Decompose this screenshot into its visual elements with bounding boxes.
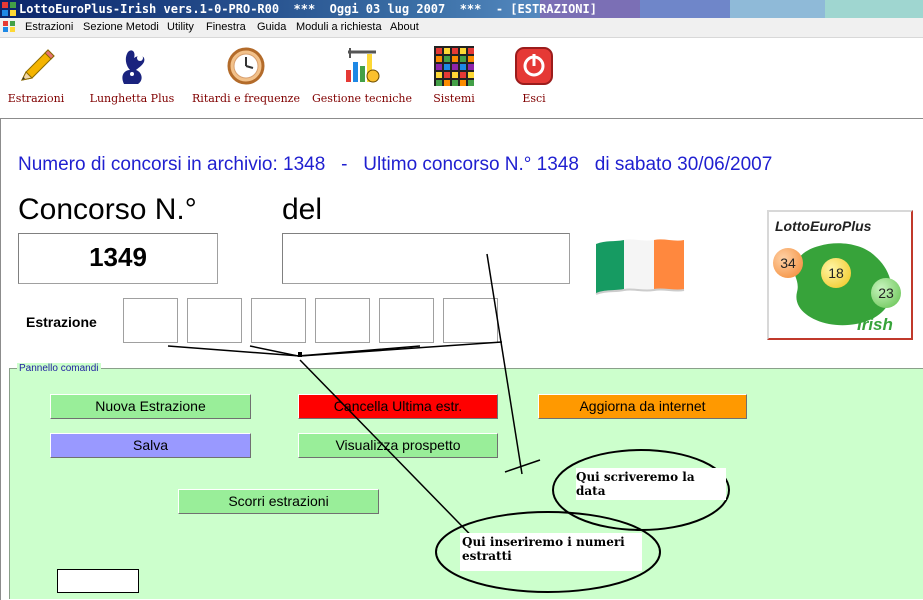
numbers-annotation-note: Qui inseriremo i numeri estratti [460,533,642,571]
logo-ball: 23 [871,278,901,308]
menu-utility[interactable]: Utility [167,21,194,33]
toolbar: Estrazioni Lunghetta Plus Ritardi e freq… [0,38,923,116]
toolbar-label: Ritardi e frequenze [192,92,300,105]
power-icon [515,47,553,85]
pencil-icon [21,49,55,81]
window-title: LottoEuroPlus-Irish vers.1-0-PRO-R00 ***… [19,2,597,16]
logo-ball: 34 [773,248,803,278]
toolbar-label: Sistemi [433,92,475,105]
toolbar-label: Esci [522,92,546,105]
concorso-number-field[interactable]: 1349 [18,233,218,284]
title-bar-band [825,0,923,18]
number-field-6[interactable] [443,298,498,343]
logo-subtitle: Irish [857,315,893,334]
number-field-4[interactable] [315,298,370,343]
visualizza-prospetto-button[interactable]: Visualizza prospetto [298,433,498,458]
number-field-2[interactable] [187,298,242,343]
del-label: del [282,193,323,226]
title-bar-band [640,0,730,18]
estrazione-label: Estrazione [26,314,97,330]
toolbar-label: Lunghetta Plus [89,92,175,105]
archive-info: Numero di concorsi in archivio: 1348 - U… [18,154,773,175]
number-field-1[interactable] [123,298,178,343]
lottoeuroplus-logo: LottoEuroPlus 34 18 23 Irish [767,210,913,340]
clock-icon [227,47,265,85]
toolbar-estrazioni-button[interactable]: Estrazioni [4,38,68,105]
menu-bar: Estrazioni Sezione Metodi Utility Finest… [0,18,923,38]
logo-title: LottoEuroPlus [775,218,872,234]
tools-chart-icon [346,48,380,83]
toolbar-lunghetta-plus-button[interactable]: Lunghetta Plus [84,38,180,105]
number-field-3[interactable] [251,298,306,343]
menu-moduli-a-richiesta[interactable]: Moduli a richiesta [296,21,382,33]
irish-flag-icon [595,239,685,295]
title-bar: LottoEuroPlus-Irish vers.1-0-PRO-R00 ***… [0,0,923,18]
menu-finestra[interactable]: Finestra [206,21,246,33]
app-icon [2,2,16,16]
command-panel-title: Pannello comandi [17,363,101,374]
aggiorna-internet-button[interactable]: Aggiorna da internet [538,394,747,419]
title-bar-band [730,0,825,18]
mdi-child-icon[interactable] [3,21,17,33]
salva-button[interactable]: Salva [50,433,251,458]
cancella-ultima-button[interactable]: Cancella Ultima estr. [298,394,498,419]
toolbar-gestione-tecniche-button[interactable]: Gestione tecniche [308,38,416,105]
grid-icon [434,46,474,86]
concorso-label: Concorso N.° [18,193,197,226]
lottery-hand-icon [122,50,145,84]
menu-estrazioni[interactable]: Estrazioni [25,21,73,33]
toolbar-sistemi-button[interactable]: Sistemi [422,38,486,105]
scorri-estrazioni-button[interactable]: Scorri estrazioni [178,489,379,514]
logo-ball: 18 [821,258,851,288]
menu-guida[interactable]: Guida [257,21,286,33]
number-field-5[interactable] [379,298,434,343]
date-annotation-note: Qui scriveremo la data [576,468,726,500]
small-input-field[interactable] [57,569,139,593]
toolbar-esci-button[interactable]: Esci [504,38,564,105]
toolbar-label: Gestione tecniche [311,92,413,105]
date-field[interactable] [282,233,570,284]
toolbar-label: Estrazioni [7,92,65,105]
menu-sezione-metodi[interactable]: Sezione Metodi [83,21,159,33]
menu-about[interactable]: About [390,21,419,33]
toolbar-ritardi-frequenze-button[interactable]: Ritardi e frequenze [190,38,302,105]
nuova-estrazione-button[interactable]: Nuova Estrazione [50,394,251,419]
